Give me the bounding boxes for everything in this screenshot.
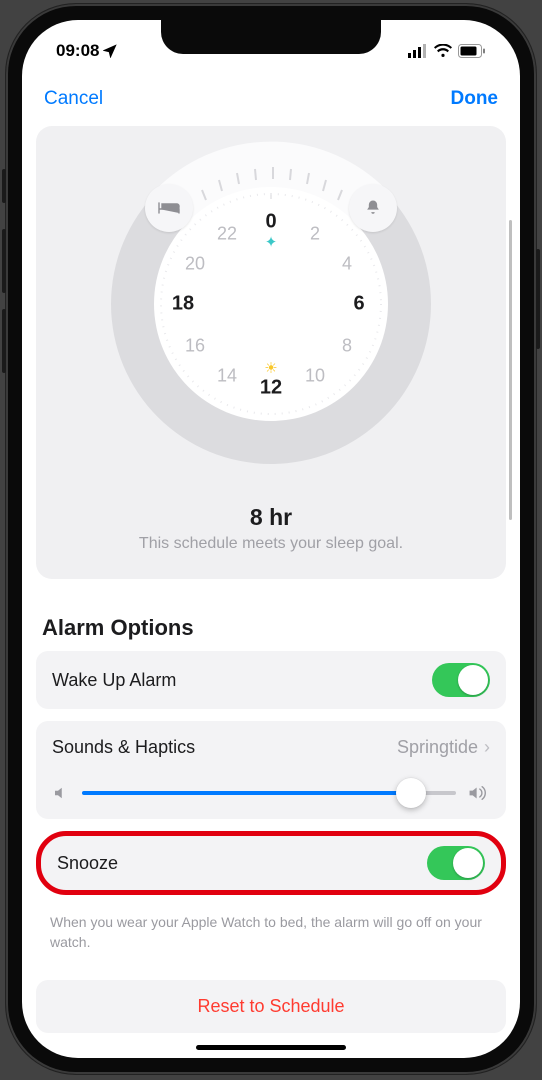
ringer-switch <box>2 169 6 203</box>
cancel-button[interactable]: Cancel <box>44 88 103 110</box>
volume-down-button <box>2 309 6 373</box>
hour-4: 4 <box>342 254 352 275</box>
sleep-duration: 8 hr <box>54 504 488 531</box>
volume-slider-row <box>36 773 506 819</box>
reset-label: Reset to Schedule <box>197 996 344 1016</box>
alarm-options-header: Alarm Options <box>42 615 500 641</box>
sounds-label: Sounds & Haptics <box>52 737 397 758</box>
side-button <box>536 249 540 349</box>
location-icon <box>103 44 117 58</box>
snooze-group-highlight: Snooze <box>36 831 506 895</box>
hour-0: 0 <box>265 211 276 234</box>
wake-up-group: Wake Up Alarm <box>36 651 506 709</box>
sounds-row[interactable]: Sounds & Haptics Springtide › <box>36 721 506 773</box>
status-time: 09:08 <box>56 41 99 61</box>
hour-12: 12 <box>260 377 282 400</box>
nav-bar: Cancel Done <box>22 72 520 126</box>
chevron-right-icon: › <box>484 737 490 758</box>
volume-up-button <box>2 229 6 293</box>
home-indicator[interactable] <box>196 1045 346 1050</box>
hour-16: 16 <box>185 336 205 357</box>
hour-2: 2 <box>310 224 320 245</box>
wake-up-row: Wake Up Alarm <box>36 651 506 709</box>
sleep-goal-note: This schedule meets your sleep goal. <box>54 535 488 553</box>
status-left: 09:08 <box>56 41 117 61</box>
wake-handle[interactable] <box>349 184 397 232</box>
reset-button[interactable]: Reset to Schedule <box>36 980 506 1033</box>
wifi-icon <box>434 44 452 58</box>
volume-high-icon <box>468 783 490 803</box>
sun-icon: ☀︎ <box>264 359 277 377</box>
stars-icon: ✦ <box>265 233 278 251</box>
phone-frame: 09:08 <box>6 4 536 1074</box>
hour-18: 18 <box>172 293 194 316</box>
status-right <box>408 44 486 58</box>
hour-10: 10 <box>305 366 325 387</box>
cellular-icon <box>408 44 428 58</box>
bed-icon <box>158 200 180 216</box>
spacer <box>36 1033 506 1044</box>
volume-slider[interactable] <box>82 791 456 795</box>
hour-22: 22 <box>217 224 237 245</box>
wake-up-label: Wake Up Alarm <box>52 670 432 691</box>
sleep-dial[interactable]: 0 2 4 6 8 10 12 14 16 18 20 22 ✦ ☀︎ <box>81 144 461 464</box>
battery-icon <box>458 44 486 58</box>
volume-thumb[interactable] <box>396 778 426 808</box>
sleep-dial-card: 0 2 4 6 8 10 12 14 16 18 20 22 ✦ ☀︎ <box>36 126 506 579</box>
snooze-label: Snooze <box>57 853 427 874</box>
hour-14: 14 <box>217 366 237 387</box>
footer-note: When you wear your Apple Watch to bed, t… <box>36 907 506 952</box>
hour-6: 6 <box>353 293 364 316</box>
volume-low-icon <box>52 784 70 802</box>
scroll-indicator[interactable] <box>509 220 512 520</box>
bell-icon <box>363 198 383 218</box>
hour-20: 20 <box>185 254 205 275</box>
screen: 09:08 <box>22 20 520 1058</box>
snooze-toggle[interactable] <box>427 846 485 880</box>
done-button[interactable]: Done <box>451 88 499 110</box>
sounds-value: Springtide <box>397 737 478 758</box>
notch <box>161 20 381 54</box>
hour-8: 8 <box>342 336 352 357</box>
bedtime-handle[interactable] <box>145 184 193 232</box>
snooze-row: Snooze <box>41 836 501 890</box>
content-scroll[interactable]: 0 2 4 6 8 10 12 14 16 18 20 22 ✦ ☀︎ <box>22 126 520 1044</box>
wake-up-toggle[interactable] <box>432 663 490 697</box>
sounds-group: Sounds & Haptics Springtide › <box>36 721 506 819</box>
